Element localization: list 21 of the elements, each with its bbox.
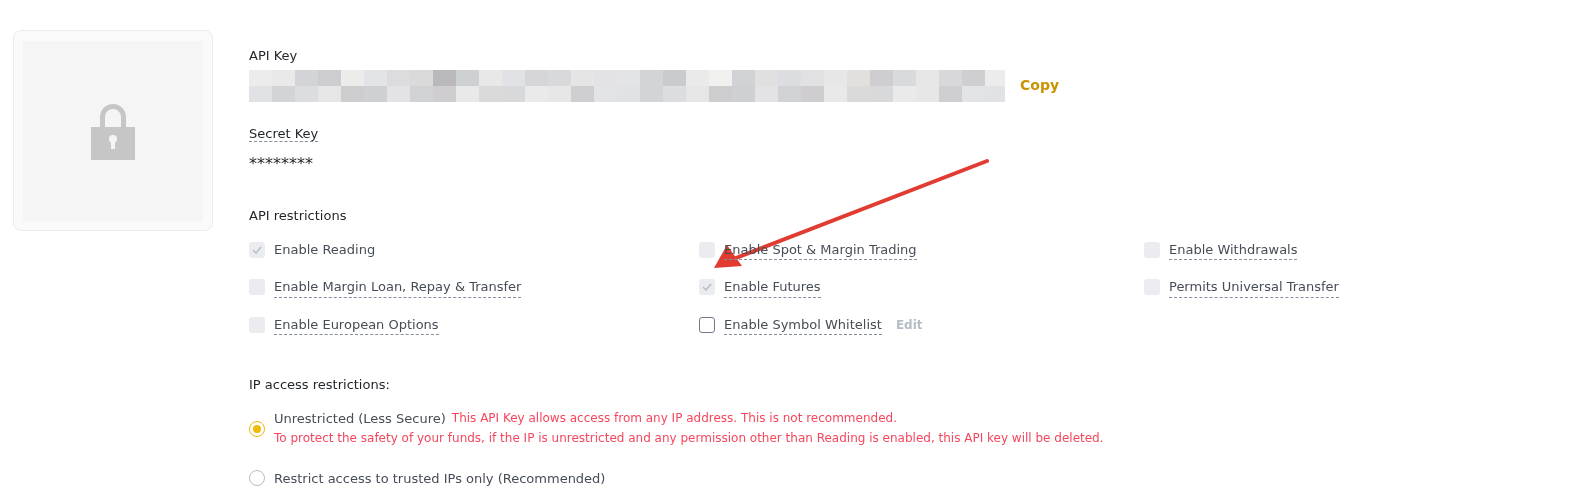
field-label: Secret Key [249,125,319,142]
warning-text: To protect the safety of your funds, if the IP is unrestricted and any permission other than Reading is enabled, this API key will be deleted. [274,430,1104,447]
checkbox-label: Enable Symbol Whitelist [724,314,882,335]
checkbox-label: Enable Reading [274,241,376,259]
checkbox-label: Enable Withdrawals [1169,239,1298,260]
radio-label: Restrict access to trusted IPs only (Recommended) [274,470,606,488]
checkbox-label: Enable Margin Loan, Repay & Transfer [274,277,522,298]
check-icon [252,245,262,254]
checkbox[interactable] [699,316,715,333]
warning-text: This API Key allows access from any IP address. This is not recommended. [451,409,897,427]
copy-link[interactable]: Copy [1020,75,1060,96]
field-label: API Key [249,47,299,65]
checkbox-label: Enable Futures [724,277,821,298]
checkbox-label: Permits Universal Transfer [1169,277,1339,298]
check-icon [702,283,712,292]
section-title: API restrictions [249,207,348,225]
checkbox-label: Enable European Options [274,314,439,335]
radio-label: Unrestricted (Less Secure) [274,409,446,428]
secret-key-value: ******** [249,153,314,175]
section-title: IP access restrictions: [249,376,391,394]
edit-link[interactable]: Edit [895,315,923,334]
